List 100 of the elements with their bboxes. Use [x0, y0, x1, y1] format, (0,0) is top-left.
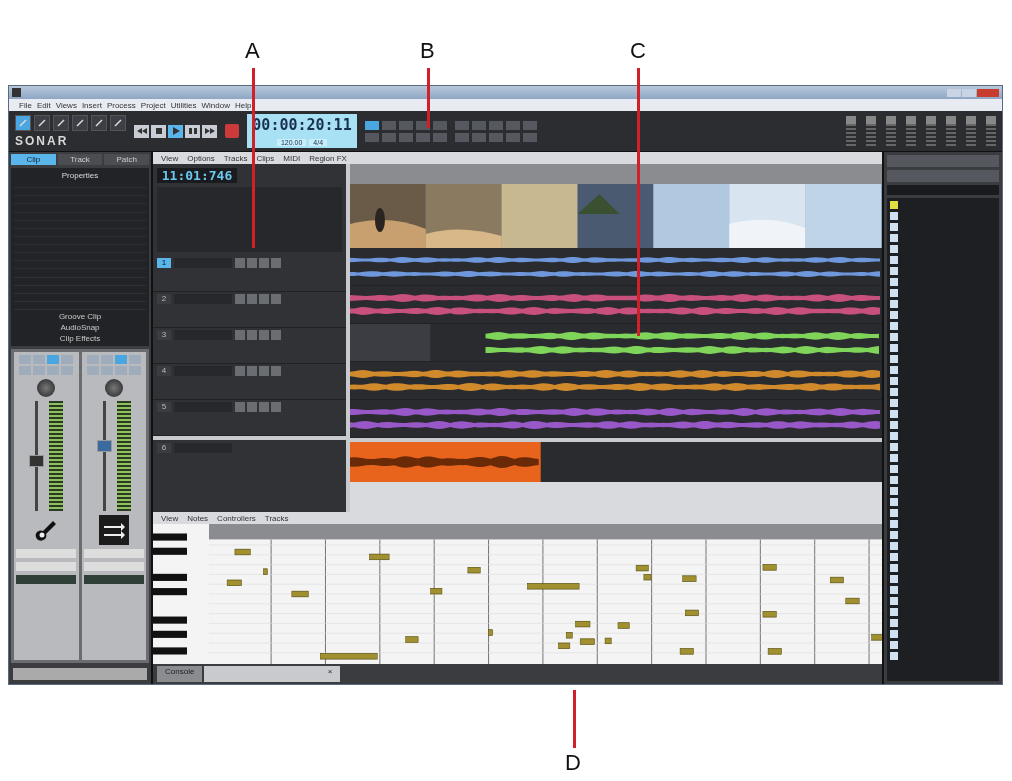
scroll-bar[interactable] — [350, 482, 882, 512]
inspector-tab[interactable]: Patch — [104, 154, 149, 165]
menu-item[interactable]: Project — [140, 100, 166, 110]
tool-button[interactable] — [53, 114, 69, 131]
strip-button[interactable] — [128, 366, 141, 375]
view-menu[interactable]: Controllers — [217, 513, 256, 523]
maximize-button[interactable] — [962, 88, 976, 97]
strip-button[interactable] — [33, 355, 46, 364]
strip-button[interactable] — [61, 366, 74, 375]
fader-thumb[interactable] — [96, 440, 112, 453]
track-number[interactable]: 2 — [157, 294, 171, 304]
record-button[interactable] — [225, 124, 239, 138]
view-menu[interactable]: Tracks — [223, 153, 248, 163]
inspector-tab[interactable]: Clip — [11, 154, 56, 165]
minimize-button[interactable] — [947, 88, 961, 97]
strip-button[interactable] — [61, 355, 74, 364]
track-header[interactable]: 2 — [153, 292, 346, 328]
play-button[interactable] — [168, 124, 183, 138]
track-number[interactable]: 3 — [157, 330, 171, 340]
menu-item[interactable]: Process — [106, 100, 136, 110]
panel-link[interactable]: Groove Clip — [58, 312, 102, 321]
track-header[interactable]: 3 — [153, 328, 346, 364]
tool-button[interactable] — [72, 114, 88, 131]
menu-item[interactable]: File — [19, 100, 32, 110]
strip-button[interactable] — [114, 366, 127, 375]
stop-button[interactable] — [151, 124, 166, 138]
waveform-clip[interactable] — [350, 442, 541, 482]
view-icon[interactable] — [866, 116, 876, 146]
pan-knob[interactable] — [37, 379, 56, 397]
track-number[interactable]: 1 — [157, 258, 171, 268]
track-header[interactable]: 4 — [153, 364, 346, 400]
view-icon[interactable] — [986, 116, 996, 146]
track-header[interactable]: 1 — [153, 256, 346, 292]
display-dropdown[interactable] — [13, 668, 147, 680]
pan-knob[interactable] — [104, 379, 123, 397]
strip-button[interactable] — [33, 366, 46, 375]
rewind-button[interactable] — [134, 124, 149, 138]
waveform-clip[interactable] — [350, 324, 879, 361]
view-icon[interactable] — [906, 116, 916, 146]
view-menu[interactable]: View — [161, 153, 179, 163]
tool-button[interactable] — [110, 114, 126, 131]
menu-item[interactable]: Window — [201, 100, 230, 110]
menu-item[interactable]: Utilities — [170, 100, 197, 110]
tool-button[interactable] — [91, 114, 107, 131]
view-menu[interactable]: Clips — [256, 153, 275, 163]
tool-button[interactable] — [15, 114, 31, 131]
dropdown[interactable] — [83, 562, 144, 571]
strip-button[interactable] — [86, 355, 99, 364]
view-tab[interactable]: × — [204, 666, 341, 682]
tool-button[interactable] — [34, 114, 50, 131]
inspector-tab[interactable]: Track — [57, 154, 103, 165]
dropdown[interactable] — [16, 549, 77, 558]
view-menu[interactable]: Options — [187, 153, 215, 163]
fader-thumb[interactable] — [29, 454, 45, 467]
control-button[interactable] — [365, 120, 379, 130]
track-number[interactable]: 5 — [157, 402, 171, 412]
view-menu[interactable]: Region FX — [309, 153, 347, 163]
menu-item[interactable]: Help — [234, 100, 252, 110]
view-menu[interactable]: MIDI — [283, 153, 301, 163]
strip-button[interactable] — [47, 355, 60, 364]
browser-toolbar[interactable] — [887, 155, 999, 167]
waveform-clip[interactable] — [350, 294, 880, 315]
strip-button[interactable] — [114, 355, 127, 364]
view-icon[interactable] — [886, 116, 896, 146]
track-number[interactable]: 6 — [157, 443, 171, 453]
strip-button[interactable] — [19, 366, 32, 375]
view-menu[interactable]: Tracks — [264, 513, 289, 523]
piano-keyboard[interactable] — [153, 524, 209, 664]
strip-button[interactable] — [128, 355, 141, 364]
track-number[interactable]: 4 — [157, 366, 171, 376]
time-ruler[interactable] — [350, 164, 882, 184]
menu-item[interactable]: Insert — [81, 100, 102, 110]
strip-button[interactable] — [47, 366, 60, 375]
strip-button[interactable] — [100, 355, 113, 364]
forward-button[interactable] — [202, 124, 217, 138]
panel-link[interactable]: AudioSnap — [60, 323, 100, 332]
view-menu[interactable]: View — [161, 513, 179, 523]
view-menu[interactable]: Notes — [187, 513, 209, 523]
view-icon[interactable] — [846, 116, 856, 146]
menu-item[interactable]: Views — [55, 100, 77, 110]
close-button[interactable] — [977, 88, 999, 97]
panel-link[interactable]: Clip Effects — [59, 334, 101, 343]
dropdown[interactable] — [16, 562, 77, 571]
view-icon[interactable] — [966, 116, 976, 146]
waveform-clip[interactable] — [350, 408, 880, 429]
strip-button[interactable] — [19, 355, 32, 364]
bus-header[interactable]: 6 — [153, 436, 346, 486]
view-icon[interactable] — [926, 116, 936, 146]
strip-button[interactable] — [100, 366, 113, 375]
waveform-clip[interactable] — [350, 257, 880, 277]
search-field[interactable] — [887, 185, 999, 195]
menu-item[interactable]: Edit — [36, 100, 51, 110]
strip-button[interactable] — [86, 366, 99, 375]
view-icon[interactable] — [946, 116, 956, 146]
track-header[interactable]: 5 — [153, 400, 346, 436]
dropdown[interactable] — [83, 549, 144, 558]
waveform-clip[interactable] — [350, 370, 880, 391]
pause-button[interactable] — [185, 124, 200, 138]
view-tab[interactable]: Console — [157, 666, 203, 682]
folder-dropdown[interactable] — [887, 170, 999, 182]
